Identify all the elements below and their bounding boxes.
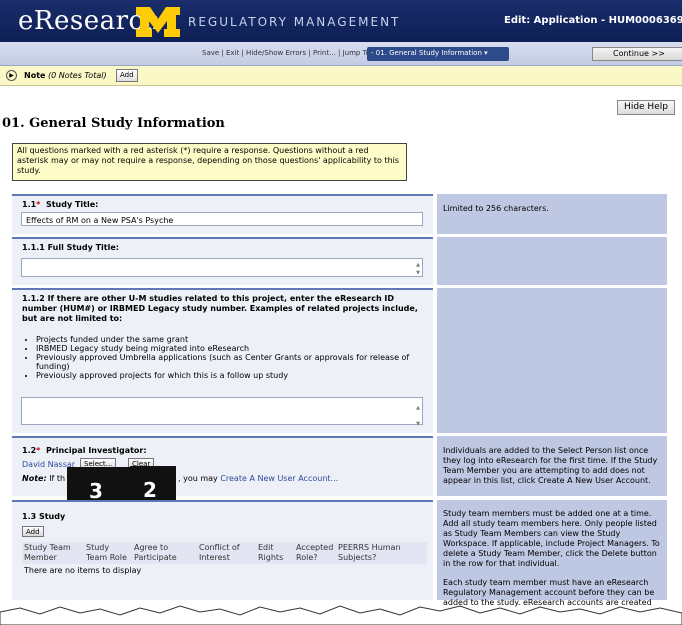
question-1-2-text: Principal Investigator: <box>45 446 147 455</box>
required-star: * <box>36 446 41 455</box>
question-1-2-label: 1.2* Principal Investigator: <box>22 446 147 455</box>
related-projects-list: Projects funded under the same grant IRB… <box>22 335 417 380</box>
question-1-1-2-label: 1.1.2 If there are other U-M studies rel… <box>22 294 418 323</box>
col-peerrs-human-subjects: PEERRS Human Subjects? <box>338 543 401 562</box>
related-project-item: Projects funded under the same grant <box>36 335 417 344</box>
help-1-3: Study team members must be added one at … <box>437 500 667 617</box>
related-studies-textarea[interactable]: ▲ ▼ <box>21 397 423 428</box>
help-1-2: Individuals are added to the Select Pers… <box>437 436 667 496</box>
help-1-3-text: Study team members must be added one at … <box>443 509 660 568</box>
col-edit-rights: Edit Rights <box>258 543 284 562</box>
continue-button[interactable]: Continue >> <box>592 47 682 61</box>
add-note-button[interactable]: Add <box>116 69 138 82</box>
page-title: 01. General Study Information <box>2 116 225 131</box>
notes-title: Note <box>24 71 46 80</box>
torn-edge-decoration <box>0 605 682 625</box>
help-1-1-2 <box>437 288 667 433</box>
note-prefix: Note: <box>22 474 47 483</box>
toolbar-links[interactable]: Save | Exit | Hide/Show Errors | Print..… <box>202 49 372 57</box>
note-mid: , you may <box>178 474 218 483</box>
col-accepted-role: Accepted Role? <box>296 543 334 562</box>
edit-application-title: Edit: Application - HUM0006369 <box>504 15 682 26</box>
notes-label: Note (0 Notes Total) <box>24 71 107 80</box>
related-project-item: IRBMED Legacy study being migrated into … <box>36 344 417 353</box>
help-1-1: Limited to 256 characters. <box>437 194 667 234</box>
study-title-input[interactable]: Effects of RM on a New PSA's Psyche <box>21 212 423 226</box>
annotation-label-2: 2 <box>143 478 157 502</box>
required-star: * <box>36 200 41 209</box>
col-study-team-role: Study Team Role <box>86 543 127 562</box>
question-1-2-number: 1.2 <box>22 446 37 455</box>
col-study-team-member: Study Team Member <box>24 543 71 562</box>
block-m-logo-icon <box>136 7 180 37</box>
pi-note: Note: If th <box>22 474 65 483</box>
notes-count: (0 Notes Total) <box>48 71 107 80</box>
create-user-link[interactable]: Create A New User Account... <box>220 474 338 483</box>
team-table-empty: There are no items to display <box>24 566 142 575</box>
note-start: If th <box>49 474 66 483</box>
question-1-1-label: 1.1* Study Title: <box>22 200 98 209</box>
jump-to-select[interactable]: - 01. General Study Information ▾ <box>367 47 509 61</box>
question-1-1-1-label: 1.1.1 Full Study Title: <box>22 243 119 252</box>
question-1-3-label: 1.3 Study <box>22 512 66 521</box>
app-header: eResearch REGULATORY MANAGEMENT Edit: Ap… <box>0 0 682 42</box>
required-info-box: All questions marked with a red asterisk… <box>12 143 407 181</box>
help-1-1-text: Limited to 256 characters. <box>443 204 549 213</box>
pi-note-rest: , you may Create A New User Account... <box>178 474 338 483</box>
expand-notes-icon[interactable]: ▶ <box>6 70 17 81</box>
textarea-scroll-icon[interactable]: ▲ ▼ <box>416 404 420 428</box>
related-project-item: Previously approved projects for which t… <box>36 371 417 380</box>
question-1-1-text: Study Title: <box>45 200 99 209</box>
help-1-2-text: Individuals are added to the Select Pers… <box>443 446 658 485</box>
toolbar: Save | Exit | Hide/Show Errors | Print..… <box>0 42 682 66</box>
hide-help-button[interactable]: Hide Help <box>617 100 675 115</box>
full-study-title-textarea[interactable]: ▲ ▼ <box>21 258 423 277</box>
col-conflict-of-interest: Conflict of Interest <box>199 543 240 562</box>
notes-bar: ▶ Note (0 Notes Total) Add <box>0 66 682 86</box>
textarea-scroll-icon[interactable]: ▲ ▼ <box>416 261 420 277</box>
module-title: REGULATORY MANAGEMENT <box>188 15 401 29</box>
add-team-member-button[interactable]: Add <box>22 526 44 537</box>
question-1-1-number: 1.1 <box>22 200 37 209</box>
help-1-1-1 <box>437 237 667 285</box>
col-agree-to-participate: Agree to Participate <box>134 543 177 562</box>
related-project-item: Previously approved Umbrella application… <box>36 353 417 371</box>
